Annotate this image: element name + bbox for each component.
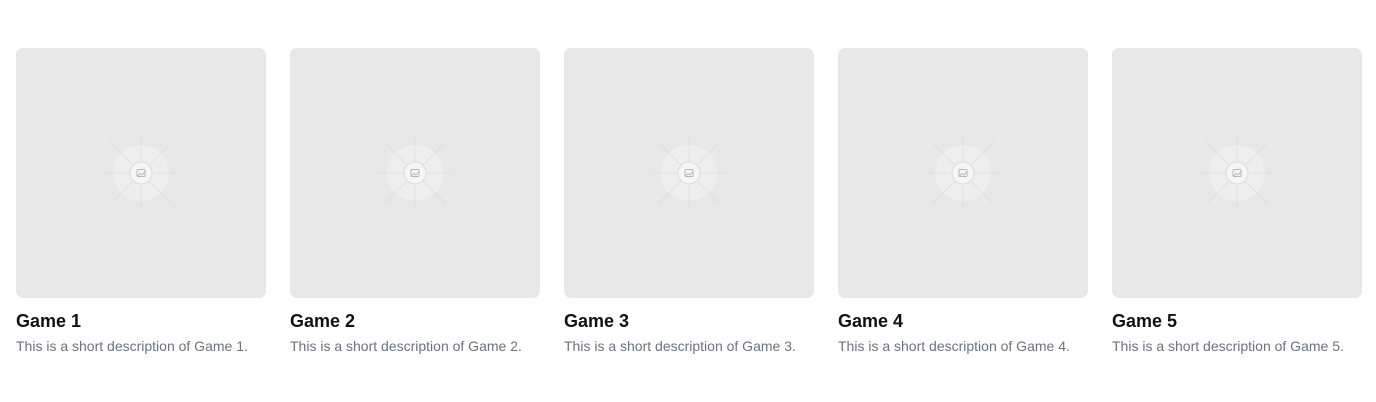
game-description: This is a short description of Game 2. (290, 338, 522, 354)
image-placeholder-icon (652, 136, 726, 210)
game-card[interactable]: Game 5 This is a short description of Ga… (1112, 48, 1362, 356)
game-description: This is a short description of Game 3. (564, 338, 796, 354)
image-placeholder-icon (1200, 136, 1274, 210)
game-title[interactable]: Game 1 (16, 310, 266, 332)
game-card[interactable]: Game 3 This is a short description of Ga… (564, 48, 814, 356)
game-thumbnail[interactable] (838, 48, 1088, 298)
game-thumbnail[interactable] (16, 48, 266, 298)
game-title[interactable]: Game 5 (1112, 310, 1362, 332)
game-description: This is a short description of Game 5. (1112, 338, 1344, 354)
game-card[interactable]: Game 1 This is a short description of Ga… (16, 48, 266, 356)
game-thumbnail[interactable] (564, 48, 814, 298)
image-placeholder-icon (926, 136, 1000, 210)
game-title[interactable]: Game 2 (290, 310, 540, 332)
game-card[interactable]: Game 2 This is a short description of Ga… (290, 48, 540, 356)
game-card[interactable]: Game 4 This is a short description of Ga… (838, 48, 1088, 356)
game-thumbnail[interactable] (290, 48, 540, 298)
image-placeholder-icon (378, 136, 452, 210)
game-title[interactable]: Game 4 (838, 310, 1088, 332)
game-thumbnail[interactable] (1112, 48, 1362, 298)
game-title[interactable]: Game 3 (564, 310, 814, 332)
image-placeholder-icon (104, 136, 178, 210)
game-description: This is a short description of Game 1. (16, 338, 248, 354)
game-grid: Game 1 This is a short description of Ga… (16, 48, 1362, 356)
game-description: This is a short description of Game 4. (838, 338, 1070, 354)
